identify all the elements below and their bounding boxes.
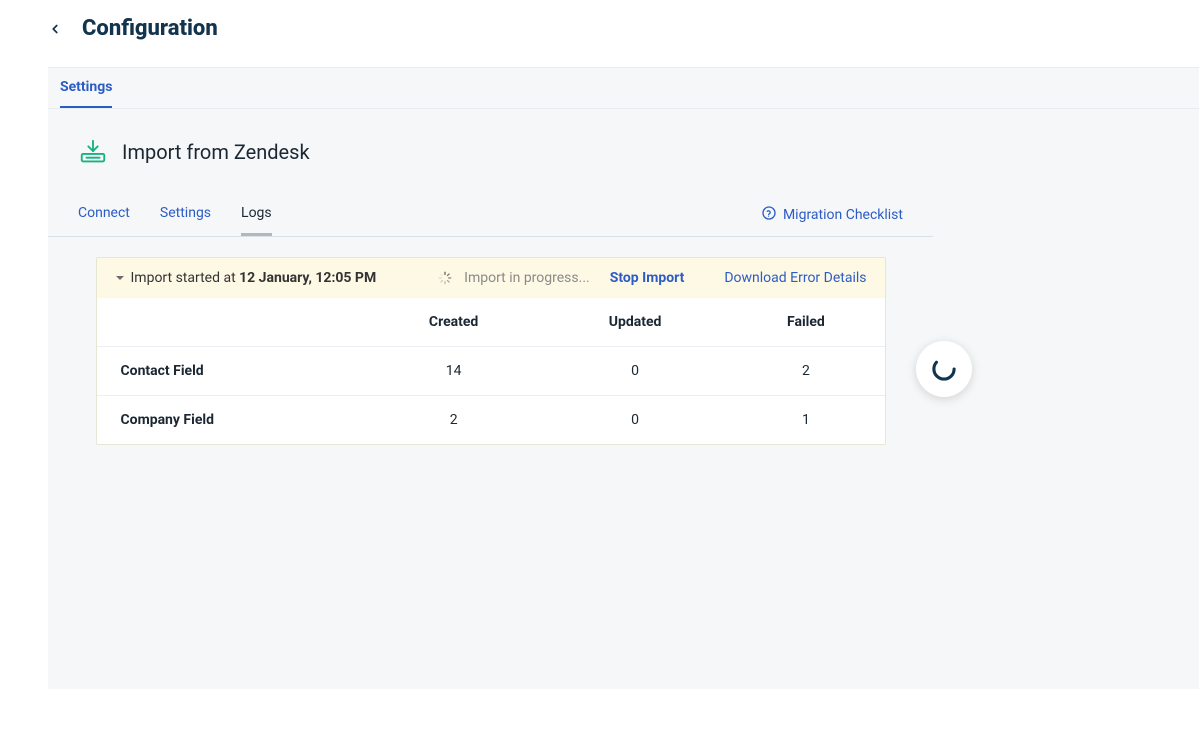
row-created: 14 <box>364 347 542 396</box>
main-area: Import from Zendesk Connect Settings Log… <box>48 109 1199 689</box>
row-created: 2 <box>364 396 542 445</box>
import-icon <box>78 137 108 167</box>
table-row: Company Field 2 0 1 <box>97 396 885 445</box>
log-table: Created Updated Failed Contact Field 14 … <box>97 298 885 444</box>
page-title: Configuration <box>82 16 218 41</box>
row-updated: 0 <box>543 396 727 445</box>
status-text: Import started at 12 January, 12:05 PM <box>131 270 377 286</box>
sub-tab-logs[interactable]: Logs <box>241 197 272 236</box>
row-failed: 2 <box>727 347 884 396</box>
row-name: Company Field <box>97 396 365 445</box>
sub-tab-connect[interactable]: Connect <box>78 197 130 236</box>
tab-settings[interactable]: Settings <box>60 68 112 108</box>
import-panel: Import from Zendesk Connect Settings Log… <box>48 109 933 465</box>
floating-loader <box>916 341 972 397</box>
sub-tab-settings[interactable]: Settings <box>160 197 211 236</box>
help-icon <box>761 205 777 225</box>
row-failed: 1 <box>727 396 884 445</box>
sub-tabs: Connect Settings Logs <box>78 197 272 236</box>
panel-heading: Import from Zendesk <box>78 137 903 167</box>
status-timestamp: 12 January, 12:05 PM <box>239 270 376 286</box>
migration-checklist-link[interactable]: Migration Checklist <box>761 205 903 229</box>
status-prefix: Import started at <box>131 270 240 286</box>
progress-text: Import in progress... <box>464 270 590 286</box>
row-name: Contact Field <box>97 347 365 396</box>
col-updated: Updated <box>543 298 727 347</box>
row-updated: 0 <box>543 347 727 396</box>
page-header: Configuration <box>0 0 1199 67</box>
download-error-link[interactable]: Download Error Details <box>724 270 866 286</box>
collapse-toggle[interactable] <box>115 273 125 283</box>
spinner-icon <box>438 271 452 285</box>
log-wrapper: Import started at 12 January, 12:05 PM <box>78 237 903 465</box>
col-created: Created <box>364 298 542 347</box>
log-card: Import started at 12 January, 12:05 PM <box>96 257 886 445</box>
sub-tabs-row: Connect Settings Logs Migration Checklis… <box>48 197 933 237</box>
table-row: Contact Field 14 0 2 <box>97 347 885 396</box>
top-tabs-bar: Settings <box>48 67 1199 109</box>
stop-import-button[interactable]: Stop Import <box>610 270 685 286</box>
back-button[interactable] <box>48 22 62 36</box>
panel-title: Import from Zendesk <box>122 140 310 164</box>
import-status-bar: Import started at 12 January, 12:05 PM <box>97 258 885 298</box>
migration-checklist-label: Migration Checklist <box>783 207 903 223</box>
col-failed: Failed <box>727 298 884 347</box>
